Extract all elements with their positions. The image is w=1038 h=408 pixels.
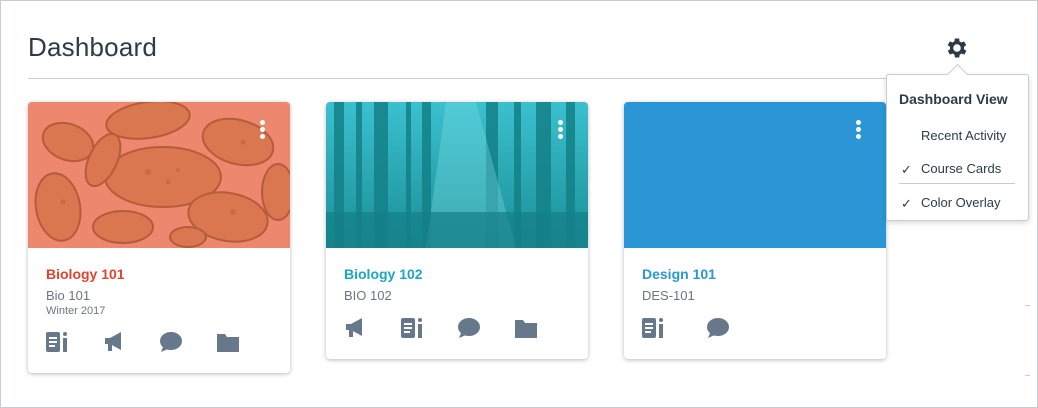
announcements-icon[interactable] xyxy=(103,331,160,357)
assignments-icon[interactable] xyxy=(642,317,706,343)
announcements-icon[interactable] xyxy=(344,317,401,343)
card-options-kebab-icon[interactable] xyxy=(854,120,862,142)
discussions-icon[interactable] xyxy=(457,317,514,343)
card-options-kebab-icon[interactable] xyxy=(556,120,564,142)
discussions-icon[interactable] xyxy=(159,331,216,357)
course-card-code: Bio 101 xyxy=(46,288,91,303)
checkmark-icon: ✓ xyxy=(901,162,912,177)
dashboard-view-menu: Dashboard View Recent Activity ✓ Course … xyxy=(886,63,1029,221)
menu-item-recent-activity[interactable]: Recent Activity xyxy=(887,123,1028,149)
files-icon[interactable] xyxy=(514,317,571,343)
assignments-icon[interactable] xyxy=(46,331,103,357)
discussions-icon[interactable] xyxy=(706,317,770,343)
course-card-1[interactable]: Biology 101 Bio 101 Winter 2017 xyxy=(28,102,290,373)
page-title: Dashboard xyxy=(28,32,157,62)
scroll-tick xyxy=(1025,375,1030,376)
course-card-3[interactable]: Design 101 DES-101 xyxy=(624,102,886,359)
course-card-term: Winter 2017 xyxy=(46,305,106,317)
menu-item-label: Color Overlay xyxy=(921,195,1001,210)
course-card-image[interactable] xyxy=(326,102,588,248)
course-card-name[interactable]: Biology 102 xyxy=(344,266,570,282)
menu-item-color-overlay[interactable]: ✓ Color Overlay xyxy=(887,190,1028,216)
title-divider xyxy=(28,78,1018,79)
course-card-code: BIO 102 xyxy=(344,288,392,303)
course-card-name[interactable]: Design 101 xyxy=(642,266,868,282)
course-card-name[interactable]: Biology 101 xyxy=(46,266,272,282)
menu-item-label: Recent Activity xyxy=(921,128,1007,143)
menu-heading: Dashboard View xyxy=(899,91,1008,107)
card-options-kebab-icon[interactable] xyxy=(258,120,266,142)
course-card-image[interactable] xyxy=(28,102,290,248)
dashboard-settings-gear-icon[interactable] xyxy=(944,35,970,61)
menu-item-course-cards[interactable]: ✓ Course Cards xyxy=(887,156,1028,182)
scroll-tick xyxy=(1025,305,1030,306)
course-card-2[interactable]: Biology 102 BIO 102 xyxy=(326,102,588,359)
files-icon[interactable] xyxy=(216,331,273,357)
course-card-color-block[interactable] xyxy=(624,102,886,248)
checkmark-icon: ✓ xyxy=(901,196,912,211)
course-card-code: DES-101 xyxy=(642,288,695,303)
menu-item-label: Course Cards xyxy=(921,161,1002,176)
assignments-icon[interactable] xyxy=(400,317,458,343)
menu-divider xyxy=(899,183,1015,184)
